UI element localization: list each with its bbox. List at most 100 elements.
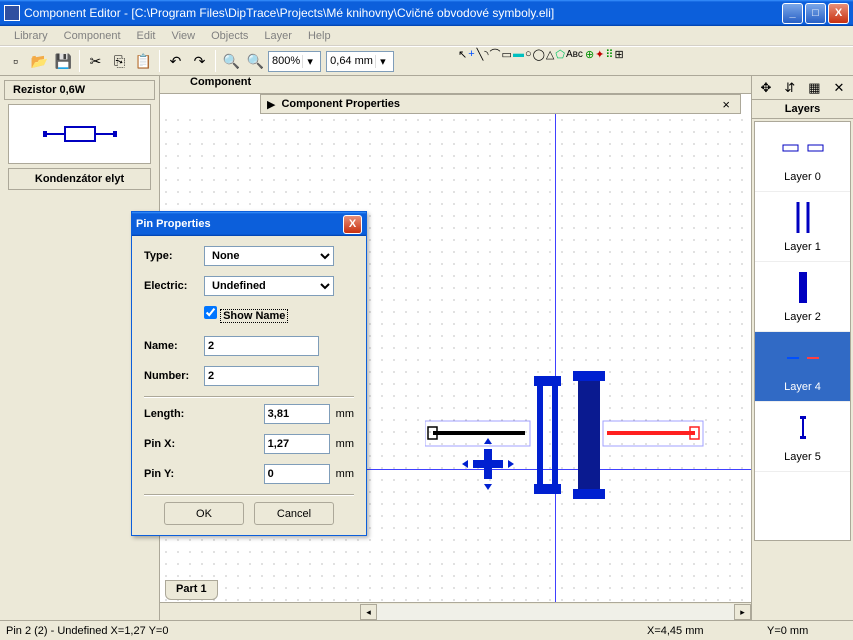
window-title: Component Editor - [C:\Program Files\Dip… <box>24 6 782 20</box>
layer-list: Layer 0 Layer 1 Layer 2 Layer 4 Layer 5 <box>754 121 851 541</box>
menu-bar: Library Component Edit View Objects Laye… <box>0 26 853 46</box>
show-name-checkbox[interactable] <box>204 306 217 319</box>
pointer-icon[interactable]: ↖ <box>458 48 467 61</box>
dialog-title: Pin Properties <box>136 218 343 230</box>
dialog-close-icon[interactable]: X <box>343 215 362 234</box>
menu-objects[interactable]: Objects <box>203 28 256 44</box>
cut-icon[interactable]: ✂ <box>84 50 107 73</box>
unit-label: mm <box>336 468 354 480</box>
pinx-input[interactable] <box>264 434 330 454</box>
layer-item[interactable]: Layer 0 <box>755 122 850 192</box>
layer-item-selected[interactable]: Layer 4 <box>755 332 850 402</box>
status-bar: Pin 2 (2) - Undefined X=1,27 Y=0 X=4,45 … <box>0 620 853 640</box>
layer-label: Layer 4 <box>784 381 821 393</box>
component-properties-bar[interactable]: ▶ Component Properties × <box>260 94 741 114</box>
status-y: Y=0 mm <box>767 625 847 637</box>
canvas-header: Component <box>160 76 751 94</box>
layer-item[interactable]: Layer 5 <box>755 402 850 472</box>
poly2-icon[interactable]: ⬠ <box>555 48 565 61</box>
close-button[interactable]: X <box>828 3 849 24</box>
zoom-combo[interactable]: 800%▾ <box>268 51 321 72</box>
menu-component[interactable]: Component <box>56 28 129 44</box>
component-preview <box>8 104 151 164</box>
app-icon <box>4 5 20 21</box>
minimize-button[interactable]: _ <box>782 3 803 24</box>
number-label: Number: <box>144 370 204 382</box>
type-select[interactable]: None <box>204 246 334 266</box>
length-input[interactable] <box>264 404 330 424</box>
part-tab[interactable]: Part 1 <box>165 580 218 600</box>
name-label: Name: <box>144 340 204 352</box>
unit-label: mm <box>336 408 354 420</box>
layer-item[interactable]: Layer 2 <box>755 262 850 332</box>
layers-header: Layers <box>752 100 853 119</box>
grid2-icon[interactable]: ⊞ <box>614 48 623 61</box>
arc2-icon[interactable]: ⌒ <box>490 46 501 62</box>
length-label: Length: <box>144 408 264 420</box>
menu-view[interactable]: View <box>163 28 203 44</box>
scroll-left-icon[interactable]: ◂ <box>360 604 377 620</box>
delete-layer-icon[interactable]: ✕ <box>834 80 845 96</box>
undo-icon[interactable]: ↶ <box>164 50 187 73</box>
main-toolbar: ▫ 📂 💾 ✂ ⎘ 📋 ↶ ↷ 🔍 🔍 800%▾ 0,64 mm▾ <box>0 46 853 76</box>
status-x: X=4,45 mm <box>647 625 767 637</box>
expand-icon[interactable]: ▶ <box>267 98 275 111</box>
menu-edit[interactable]: Edit <box>129 28 164 44</box>
component-list-item[interactable]: Rezistor 0,6W <box>4 80 155 100</box>
scroll-right-icon[interactable]: ▸ <box>734 604 751 620</box>
close-props-icon[interactable]: × <box>718 97 734 112</box>
paste-icon[interactable]: 📋 <box>132 50 155 73</box>
save-icon[interactable]: 💾 <box>52 50 75 73</box>
move-icon[interactable]: ✥ <box>760 80 771 96</box>
origin-icon[interactable]: ⊕ <box>585 48 594 61</box>
ok-button[interactable]: OK <box>164 502 244 525</box>
crosshair-icon[interactable]: + <box>468 48 474 60</box>
copy-icon[interactable]: ⎘ <box>108 50 131 73</box>
menu-layer[interactable]: Layer <box>256 28 300 44</box>
ellipse-icon[interactable]: ◯ <box>533 48 545 61</box>
layers-panel: ✥ ⇵ ▦ ✕ Layers Layer 0 Layer 1 Layer 2 L… <box>751 76 853 620</box>
up-down-icon[interactable]: ⇵ <box>784 80 795 96</box>
poly-icon[interactable]: △ <box>546 48 554 61</box>
layer-label: Layer 1 <box>784 241 821 253</box>
layer-tools: ✥ ⇵ ▦ ✕ <box>752 76 853 100</box>
open-icon[interactable]: 📂 <box>28 50 51 73</box>
component-properties-label: Component Properties <box>281 98 718 110</box>
layer-label: Layer 2 <box>784 311 821 323</box>
workspace: Rezistor 0,6W Kondenzátor elyt Component… <box>0 76 853 620</box>
new-icon[interactable]: ▫ <box>4 50 27 73</box>
piny-input[interactable] <box>264 464 330 484</box>
maximize-button[interactable]: □ <box>805 3 826 24</box>
component-name-label: Kondenzátor elyt <box>8 168 151 190</box>
grid-icon[interactable]: ⠿ <box>605 48 613 61</box>
grid-combo[interactable]: 0,64 mm▾ <box>326 51 394 72</box>
redo-icon[interactable]: ↷ <box>188 50 211 73</box>
piny-label: Pin Y: <box>144 468 264 480</box>
zoom-out-icon[interactable]: 🔍 <box>244 50 267 73</box>
dialog-title-bar[interactable]: Pin Properties X <box>132 212 366 236</box>
menu-library[interactable]: Library <box>6 28 56 44</box>
electric-select[interactable]: Undefined <box>204 276 334 296</box>
show-name-label[interactable]: Show Name <box>220 309 288 323</box>
title-bar: Component Editor - [C:\Program Files\Dip… <box>0 0 853 26</box>
cancel-button[interactable]: Cancel <box>254 502 334 525</box>
layer-label: Layer 0 <box>784 171 821 183</box>
name-input[interactable] <box>204 336 319 356</box>
circle-icon[interactable]: ○ <box>525 48 532 60</box>
line-icon[interactable]: ╲ <box>477 48 484 61</box>
layer-label: Layer 5 <box>784 451 821 463</box>
fillrect-icon[interactable]: ▬ <box>513 48 524 60</box>
snap-icon[interactable]: ✦ <box>595 48 604 61</box>
horizontal-scrollbar[interactable]: ◂ ▸ <box>160 602 751 620</box>
drawing-toolbar: ↖ + ╲ ◝ ⌒ ▭ ▬ ○ ◯ △ ⬠ Aʙᴄ ⊕ ✦ ⠿ ⊞ <box>457 46 624 62</box>
zoom-in-icon[interactable]: 🔍 <box>220 50 243 73</box>
electric-label: Electric: <box>144 280 204 292</box>
arc-icon[interactable]: ◝ <box>484 48 488 61</box>
type-label: Type: <box>144 250 204 262</box>
rect-icon[interactable]: ▭ <box>502 48 512 61</box>
text-icon[interactable]: Aʙᴄ <box>566 49 583 60</box>
layer-settings-icon[interactable]: ▦ <box>808 80 820 96</box>
number-input[interactable] <box>204 366 319 386</box>
layer-item[interactable]: Layer 1 <box>755 192 850 262</box>
menu-help[interactable]: Help <box>300 28 339 44</box>
